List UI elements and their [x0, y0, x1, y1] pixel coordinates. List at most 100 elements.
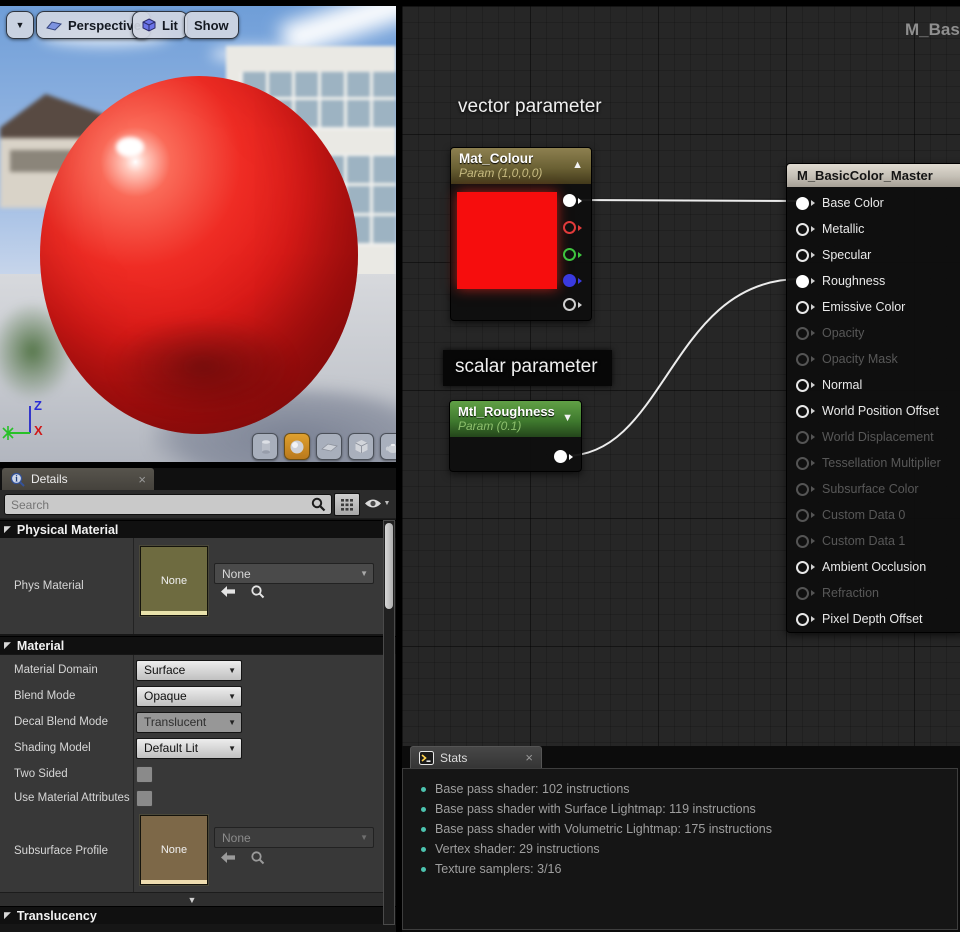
show-advanced-expander[interactable]: ▼ [0, 892, 384, 907]
preview-shape-plane-button[interactable] [316, 433, 342, 460]
section-header-material[interactable]: ◤ Material [0, 636, 396, 654]
collapse-icon[interactable]: ▼ [562, 412, 573, 424]
comment-vector-parameter[interactable]: vector parameter [458, 96, 602, 118]
material-input-pin-world-position-offset[interactable]: World Position Offset [787, 398, 960, 424]
pin-arrow-icon [811, 538, 815, 544]
chevron-down-icon: ▼ [383, 500, 391, 507]
close-icon[interactable]: × [138, 473, 146, 486]
output-pin-a[interactable] [563, 298, 582, 311]
dropdown-blend-mode[interactable]: Opaque ▼ [136, 685, 242, 707]
material-input-pin-ambient-occlusion[interactable]: Ambient Occlusion [787, 554, 960, 580]
preview-shape-sphere-button[interactable] [284, 433, 310, 460]
material-input-pin-custom-data-1[interactable]: Custom Data 1 [787, 528, 960, 554]
node-master-material[interactable]: M_BasicColor_Master Base Color Metallic Sp… [786, 163, 960, 633]
material-input-pin-opacity[interactable]: Opacity [787, 320, 960, 346]
use-selected-asset-button[interactable] [220, 585, 236, 598]
output-pin-g[interactable] [563, 248, 582, 261]
phys-material-dropdown[interactable]: None ▼ [214, 563, 374, 584]
preview-shape-cylinder-button[interactable] [252, 433, 278, 460]
scrollbar-thumb[interactable] [385, 523, 393, 609]
material-input-pin-subsurface-color[interactable]: Subsurface Color [787, 476, 960, 502]
row-label-shading-model: Shading Model [14, 742, 91, 754]
material-input-pin-base-color[interactable]: Base Color [787, 190, 960, 216]
tab-stats[interactable]: Stats × [410, 746, 542, 768]
node-header[interactable]: Mtl_Roughness Param (0.1) ▼ [450, 401, 581, 437]
tab-details[interactable]: i Details × [2, 468, 154, 490]
search-icon [311, 497, 326, 512]
back-arrow-icon [221, 852, 235, 863]
two-sided-label: Two Sided [14, 768, 68, 780]
material-row: Blend Mode Opaque ▼ [0, 683, 384, 709]
two-sided-checkbox[interactable] [136, 765, 153, 783]
use-material-attributes-checkbox[interactable] [136, 789, 153, 807]
output-pin-rgba[interactable] [563, 194, 582, 207]
material-input-pin-roughness[interactable]: Roughness [787, 268, 960, 294]
section-header-translucency[interactable]: ◤ Translucency [0, 906, 396, 924]
material-graph-panel[interactable]: M_Bas vector parameter Mat_Colour Param … [402, 6, 960, 746]
section-expanded-icon: ◤ [4, 640, 11, 650]
pin-arrow-icon [578, 197, 582, 204]
view-options-button[interactable]: ▼ [362, 493, 392, 514]
use-selected-asset-button[interactable] [220, 851, 236, 864]
output-pin-r[interactable] [563, 221, 582, 234]
pin-icon [796, 404, 809, 418]
color-swatch[interactable] [457, 192, 557, 289]
pin-icon [796, 586, 809, 600]
output-pin-b[interactable] [563, 274, 582, 287]
material-input-pin-emissive-color[interactable]: Emissive Color [787, 294, 960, 320]
preview-shape-cube-button[interactable] [348, 433, 374, 460]
node-header[interactable]: Mat_Colour Param (1,0,0,0) ▲ [451, 148, 591, 184]
phys-material-thumbnail[interactable]: None [140, 546, 208, 616]
material-input-pin-specular[interactable]: Specular [787, 242, 960, 268]
lit-button[interactable]: Lit [132, 11, 188, 39]
subsurface-profile-dropdown[interactable]: None ▼ [214, 827, 374, 848]
material-row: Decal Blend Mode Translucent ▼ [0, 709, 384, 735]
comment-scalar-parameter[interactable]: scalar parameter [443, 350, 612, 386]
details-panel: i Details × Search ▼ ◤ Physical Material… [0, 468, 396, 932]
material-input-pin-custom-data-0[interactable]: Custom Data 0 [787, 502, 960, 528]
material-input-pin-normal[interactable]: Normal [787, 372, 960, 398]
node-title: Mat_Colour [459, 151, 534, 166]
node-title[interactable]: M_BasicColor_Master [787, 164, 960, 187]
viewport-options-dropdown[interactable]: ▼ [6, 11, 34, 39]
subsurface-profile-thumbnail[interactable]: None [140, 815, 208, 885]
material-input-pin-refraction[interactable]: Refraction [787, 580, 960, 606]
dropdown-material-domain[interactable]: Surface ▼ [136, 659, 242, 681]
node-mtl-roughness[interactable]: Mtl_Roughness Param (0.1) ▼ [449, 400, 582, 472]
show-button[interactable]: Show [184, 11, 239, 39]
pin-arrow-icon [811, 512, 815, 518]
collapse-icon[interactable]: ▲ [572, 159, 583, 171]
two-sided-row: Two Sided [0, 761, 384, 787]
search-input[interactable] [9, 495, 303, 514]
section-header-physical-material[interactable]: ◤ Physical Material [0, 520, 396, 538]
close-icon[interactable]: × [525, 751, 533, 764]
node-mat-colour[interactable]: Mat_Colour Param (1,0,0,0) ▲ [450, 147, 592, 321]
pin-arrow-icon [811, 330, 815, 336]
material-input-pin-opacity-mask[interactable]: Opacity Mask [787, 346, 960, 372]
pin-icon [563, 194, 576, 207]
dropdown-shading-model[interactable]: Default Lit ▼ [136, 737, 242, 759]
plane-icon [320, 443, 338, 451]
stats-line: Texture samplers: 3/16 [421, 859, 957, 879]
browse-asset-button[interactable] [250, 850, 265, 865]
preview-shape-teapot-button[interactable] [380, 433, 396, 460]
search-box [4, 494, 332, 515]
pin-icon [796, 248, 809, 262]
material-input-pin-world-displacement[interactable]: World Displacement [787, 424, 960, 450]
stats-content: Base pass shader: 102 instructions Base p… [402, 768, 958, 930]
preview-viewport[interactable]: ▼ Perspective Lit Show Z X [0, 6, 396, 462]
cube-icon [142, 18, 156, 32]
back-arrow-icon [221, 586, 235, 597]
output-pin-value[interactable] [554, 450, 573, 463]
material-input-pin-pixel-depth-offset[interactable]: Pixel Depth Offset [787, 606, 960, 632]
material-input-pin-metallic[interactable]: Metallic [787, 216, 960, 242]
pin-arrow-icon [578, 301, 582, 308]
wire-basecolor[interactable] [572, 199, 802, 202]
dropdown-decal-blend-mode[interactable]: Translucent ▼ [136, 711, 242, 733]
details-scrollbar[interactable] [383, 520, 395, 925]
material-input-pin-tessellation-multiplier[interactable]: Tessellation Multiplier [787, 450, 960, 476]
material-row: Shading Model Default Lit ▼ [0, 735, 384, 761]
property-matrix-button[interactable] [334, 493, 360, 516]
browse-asset-button[interactable] [250, 584, 265, 599]
pin-icon [563, 221, 576, 234]
